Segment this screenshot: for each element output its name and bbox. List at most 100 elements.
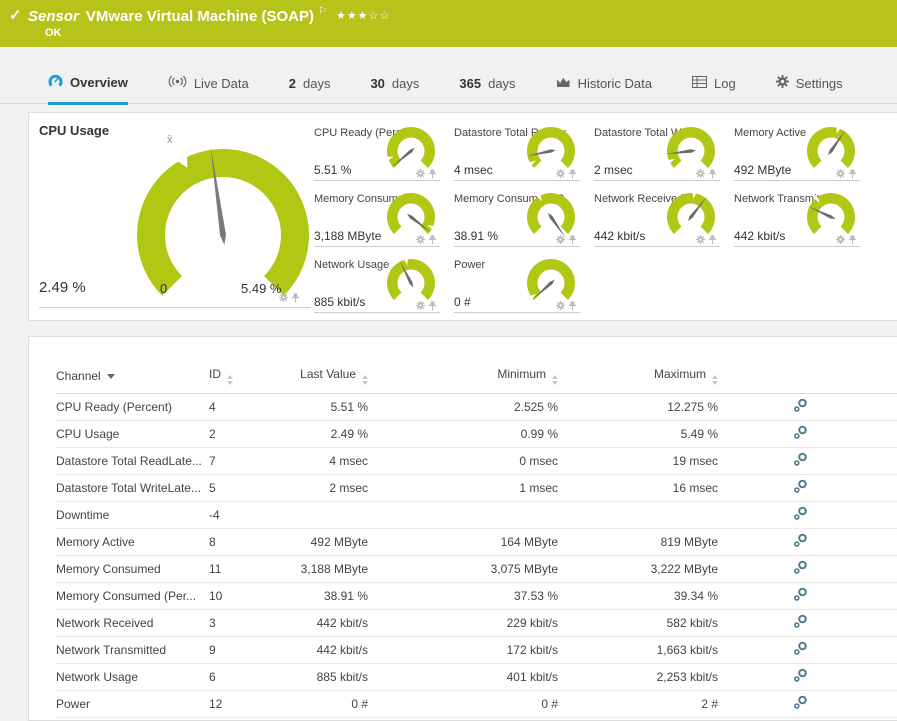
channel-settings-icon[interactable] bbox=[792, 478, 809, 495]
tab-settings[interactable]: Settings bbox=[775, 75, 843, 105]
channel-maximum: 19 msec bbox=[558, 447, 718, 475]
channel-maximum: 5.49 % bbox=[558, 420, 718, 448]
tab-365-days[interactable]: 365 days bbox=[459, 76, 515, 105]
tab-live-data[interactable]: Live Data bbox=[168, 75, 249, 105]
tab-overview[interactable]: Overview bbox=[48, 74, 128, 105]
channel-settings-icon[interactable] bbox=[792, 586, 809, 603]
column-header-channel[interactable]: Channel bbox=[56, 359, 209, 394]
gauge-label: Power bbox=[454, 259, 486, 271]
tab-historic-data[interactable]: Historic Data bbox=[556, 76, 652, 105]
column-header-id[interactable]: ID bbox=[209, 359, 269, 394]
channel-settings-icon[interactable] bbox=[792, 397, 809, 414]
channel-row-memory-consumed[interactable]: Memory Consumed 11 3,188 MByte 3,075 MByte 3… bbox=[56, 555, 897, 583]
pin-icon[interactable] bbox=[848, 169, 857, 179]
gauge-datastore-total-writel[interactable]: Datastore Total WriteL... 2 msec bbox=[594, 126, 720, 181]
column-header-minimum[interactable]: Minimum bbox=[368, 359, 558, 394]
channel-maximum bbox=[558, 501, 718, 529]
channel-name: Datastore Total WriteLate... bbox=[56, 474, 209, 502]
channel-row-memory-active[interactable]: Memory Active 8 492 MByte 164 MByte 819 MByt… bbox=[56, 528, 897, 556]
channel-row-downtime[interactable]: Downtime -4 bbox=[56, 501, 897, 529]
gauge-power[interactable]: Power 0 # bbox=[454, 258, 580, 313]
channel-settings-icon[interactable] bbox=[792, 532, 809, 549]
priority-stars[interactable]: ★★★☆☆ bbox=[336, 10, 390, 22]
channel-row-datastore-total-readlate[interactable]: Datastore Total ReadLate... 7 4 msec 0 msec… bbox=[56, 447, 897, 475]
sort-icon bbox=[362, 375, 368, 385]
gauge-memory-active[interactable]: Memory Active 492 MByte bbox=[734, 125, 860, 181]
channel-row-network-transmitted[interactable]: Network Transmitted 9 442 kbit/s 172 kbit/s… bbox=[56, 636, 897, 664]
column-header-actions bbox=[718, 359, 897, 394]
channel-name: Memory Consumed bbox=[56, 555, 209, 583]
gauge-network-transmitted[interactable]: Network Transmitted 442 kbit/s bbox=[734, 192, 860, 247]
channel-row-cpu-ready-percent[interactable]: CPU Ready (Percent) 4 5.51 % 2.525 % 12.275 … bbox=[56, 393, 897, 421]
gauge-action-icons bbox=[836, 235, 857, 245]
gauge-memory-consumed[interactable]: Memory Consumed 3,188 MByte bbox=[314, 192, 440, 247]
channel-name: CPU Usage bbox=[56, 420, 209, 448]
channel-last-value: 442 kbit/s bbox=[269, 636, 368, 664]
mean-marker-label: x̄ bbox=[167, 134, 173, 146]
channel-row-power[interactable]: Power 12 0 #0 #2 # bbox=[56, 690, 897, 718]
gear-icon[interactable] bbox=[696, 169, 705, 178]
channel-row-cpu-usage[interactable]: CPU Usage 2 2.49 % 0.99 % 5.49 % bbox=[56, 420, 897, 448]
gear-icon[interactable] bbox=[836, 169, 845, 178]
column-label: Maximum bbox=[653, 367, 706, 381]
pin-icon[interactable] bbox=[428, 301, 437, 311]
gauge-memory-consumed-p[interactable]: Memory Consumed (P... 38.91 % bbox=[454, 192, 580, 247]
column-header-last-value[interactable]: Last Value bbox=[269, 359, 368, 394]
gear-icon[interactable] bbox=[416, 169, 425, 178]
channel-maximum: 3,222 MByte bbox=[558, 555, 718, 583]
channel-id: 10 bbox=[209, 582, 269, 610]
gauge-datastore-total-readla[interactable]: Datastore Total ReadLa...4 msec bbox=[454, 126, 580, 181]
gauge-action-icons bbox=[556, 169, 577, 179]
pin-icon[interactable] bbox=[848, 235, 857, 245]
gauges-panel: CPU Usage x̄ 2.49 % 0 5.49 % CPU Ready (… bbox=[28, 112, 897, 321]
channel-last-value: 38.91 % bbox=[269, 582, 368, 610]
gauge-value: 38.91 % bbox=[454, 229, 499, 243]
channel-settings-icon[interactable] bbox=[792, 667, 809, 684]
pin-icon[interactable] bbox=[568, 235, 577, 245]
pin-icon[interactable] bbox=[568, 169, 577, 179]
gear-icon[interactable] bbox=[836, 235, 845, 244]
gear-icon[interactable] bbox=[556, 235, 565, 244]
channel-settings-icon[interactable] bbox=[792, 424, 809, 441]
channel-row-datastore-total-writelate[interactable]: Datastore Total WriteLate... 5 2 msec 1 mse… bbox=[56, 474, 897, 502]
tab-30-days[interactable]: 30 days bbox=[370, 76, 419, 105]
status-check-icon: ✓ bbox=[9, 7, 22, 24]
tab-2-days[interactable]: 2 days bbox=[289, 76, 331, 105]
channel-settings-icon[interactable] bbox=[792, 613, 809, 630]
channel-row-network-usage[interactable]: Network Usage 6 885 kbit/s 401 kbit/s 2,253 … bbox=[56, 663, 897, 691]
channel-id: 6 bbox=[209, 663, 269, 691]
column-header-maximum[interactable]: Maximum bbox=[558, 359, 718, 394]
channel-name: Network Received bbox=[56, 609, 209, 637]
pin-icon[interactable] bbox=[708, 169, 717, 179]
channel-settings-icon[interactable] bbox=[792, 694, 809, 711]
sort-icon bbox=[712, 375, 718, 385]
channel-settings-icon[interactable] bbox=[792, 451, 809, 468]
channel-settings-icon[interactable] bbox=[792, 505, 809, 522]
channel-id: -4 bbox=[209, 501, 269, 529]
tab-log[interactable]: Log bbox=[691, 76, 736, 105]
pin-icon[interactable] bbox=[428, 235, 437, 245]
primary-gauge-max-label: 5.49 % bbox=[241, 281, 282, 296]
pin-icon[interactable] bbox=[708, 235, 717, 245]
gauge-value: 442 kbit/s bbox=[734, 229, 786, 243]
gauge-label: Memory Active bbox=[734, 127, 807, 139]
gear-icon[interactable] bbox=[556, 301, 565, 310]
gauge-cpu-ready-percent[interactable]: CPU Ready (Percent) 5.51 % bbox=[314, 126, 440, 181]
channel-row-memory-consumed-per[interactable]: Memory Consumed (Per... 10 38.91 % 37.53 % 3… bbox=[56, 582, 897, 610]
channel-settings-icon[interactable] bbox=[792, 640, 809, 657]
gear-icon[interactable] bbox=[696, 235, 705, 244]
gear-icon[interactable] bbox=[416, 301, 425, 310]
log-icon bbox=[691, 76, 707, 91]
channel-actions bbox=[718, 690, 897, 718]
gauge-network-usage[interactable]: Network Usage 885 kbit/s bbox=[314, 257, 440, 313]
gauge-network-received[interactable]: Network Received 442 kbit/s bbox=[594, 191, 720, 247]
pin-icon[interactable] bbox=[291, 293, 300, 303]
favorite-flag-icon[interactable]: ⚐ bbox=[318, 6, 327, 17]
gear-icon[interactable] bbox=[416, 235, 425, 244]
channel-settings-icon[interactable] bbox=[792, 559, 809, 576]
pin-icon[interactable] bbox=[568, 301, 577, 311]
pin-icon[interactable] bbox=[428, 169, 437, 179]
gear-icon[interactable] bbox=[556, 169, 565, 178]
channel-row-network-received[interactable]: Network Received 3 442 kbit/s 229 kbit/s 582… bbox=[56, 609, 897, 637]
gear-icon[interactable] bbox=[279, 293, 288, 302]
